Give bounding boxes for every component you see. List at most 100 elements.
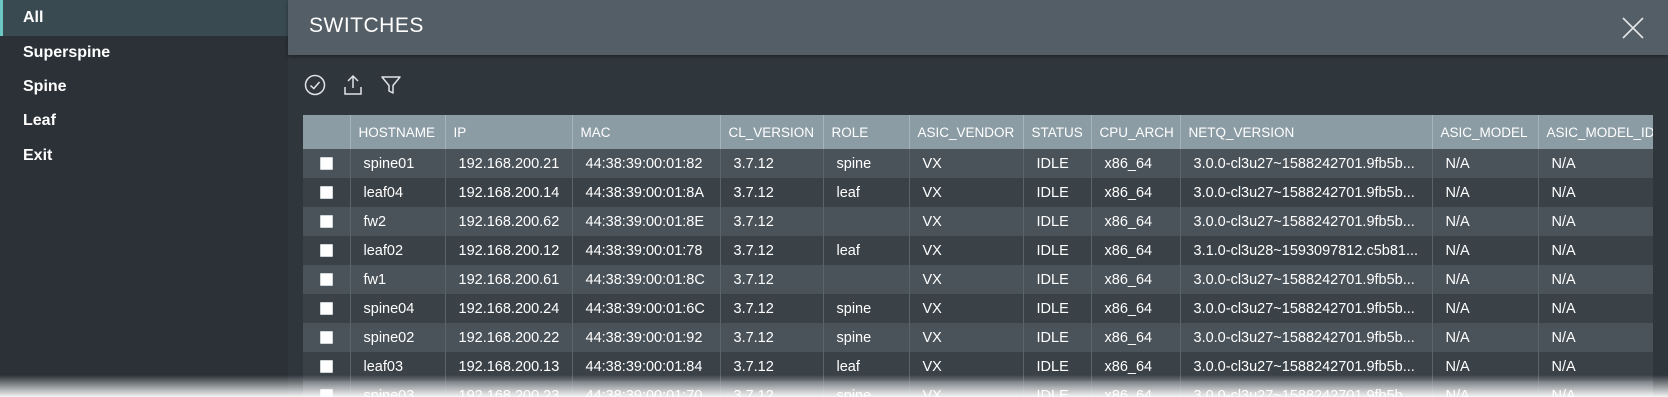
table-row[interactable]: leaf02 192.168.200.12 44:38:39:00:01:78 3.7… bbox=[303, 236, 1653, 265]
close-button[interactable] bbox=[1620, 15, 1646, 41]
cell-cl-version: 3.7.12 bbox=[720, 294, 824, 323]
cell-status: IDLE bbox=[1023, 265, 1092, 294]
cell-asic-model: N/A bbox=[1432, 265, 1539, 294]
cell-status: IDLE bbox=[1023, 178, 1092, 207]
cell-role: leaf bbox=[823, 352, 910, 381]
cell-cpu-arch: x86_64 bbox=[1091, 149, 1181, 178]
cell-status: IDLE bbox=[1023, 149, 1092, 178]
cell-mac: 44:38:39:00:01:8E bbox=[572, 207, 721, 236]
header-status[interactable]: STATUS bbox=[1023, 115, 1092, 149]
cell-mac: 44:38:39:00:01:92 bbox=[572, 323, 721, 352]
cell-asic-model-id: N/A bbox=[1538, 294, 1653, 323]
cell-cl-version: 3.7.12 bbox=[720, 352, 824, 381]
cell-status: IDLE bbox=[1023, 207, 1092, 236]
cell-asic-vendor: VX bbox=[909, 149, 1024, 178]
row-checkbox[interactable] bbox=[319, 186, 333, 200]
row-checkbox[interactable] bbox=[319, 244, 333, 258]
sidebar-item-all[interactable]: All bbox=[0, 0, 288, 36]
header-netq-version[interactable]: NETQ_VERSION bbox=[1180, 115, 1433, 149]
cell-asic-vendor: VX bbox=[909, 207, 1024, 236]
table-row[interactable]: spine03 192.168.200.23 44:38:39:00:01:70 3.… bbox=[303, 381, 1653, 397]
cell-ip: 192.168.200.21 bbox=[445, 149, 573, 178]
cell-netq-version: 3.0.0-cl3u27~1588242701.9fb5b... bbox=[1180, 352, 1433, 381]
cell-asic-model-id: N/A bbox=[1538, 323, 1653, 352]
cell-mac: 44:38:39:00:01:6C bbox=[572, 294, 721, 323]
row-select-cell bbox=[303, 381, 351, 397]
select-all-button[interactable] bbox=[302, 72, 328, 98]
cell-asic-model: N/A bbox=[1432, 236, 1539, 265]
cell-ip: 192.168.200.24 bbox=[445, 294, 573, 323]
header-asic-model-id[interactable]: ASIC_MODEL_ID bbox=[1538, 115, 1653, 149]
header-cl-version[interactable]: CL_VERSION bbox=[720, 115, 824, 149]
row-select-cell bbox=[303, 352, 351, 381]
cell-asic-model-id: N/A bbox=[1538, 236, 1653, 265]
table-row[interactable]: leaf03 192.168.200.13 44:38:39:00:01:84 3.7… bbox=[303, 352, 1653, 381]
sidebar-item-spine[interactable]: Spine bbox=[0, 69, 288, 105]
table-row[interactable]: spine02 192.168.200.22 44:38:39:00:01:92 3.… bbox=[303, 323, 1653, 352]
toolbar bbox=[302, 72, 404, 98]
header-mac[interactable]: MAC bbox=[572, 115, 721, 149]
cell-asic-model-id: N/A bbox=[1538, 207, 1653, 236]
cell-cl-version: 3.7.12 bbox=[720, 149, 824, 178]
sidebar: All Superspine Spine Leaf Exit bbox=[0, 0, 288, 397]
cell-role: leaf bbox=[823, 236, 910, 265]
filter-button[interactable] bbox=[378, 72, 404, 98]
export-button[interactable] bbox=[340, 72, 366, 98]
cell-asic-model: N/A bbox=[1432, 149, 1539, 178]
sidebar-item-superspine[interactable]: Superspine bbox=[0, 35, 288, 71]
header-asic-vendor[interactable]: ASIC_VENDOR bbox=[909, 115, 1024, 149]
cell-netq-version: 3.0.0-cl3u27~1588242701.9fb5b... bbox=[1180, 381, 1433, 397]
row-checkbox[interactable] bbox=[319, 157, 333, 171]
header-role[interactable]: ROLE bbox=[823, 115, 910, 149]
row-checkbox[interactable] bbox=[319, 331, 333, 345]
table-row[interactable]: spine04 192.168.200.24 44:38:39:00:01:6C 3.… bbox=[303, 294, 1653, 323]
cell-hostname: spine02 bbox=[350, 323, 446, 352]
cell-asic-model: N/A bbox=[1432, 207, 1539, 236]
cell-asic-model: N/A bbox=[1432, 294, 1539, 323]
panel-header: SWITCHES bbox=[288, 0, 1668, 55]
cell-cl-version: 3.7.12 bbox=[720, 265, 824, 294]
table-row[interactable]: fw1 192.168.200.61 44:38:39:00:01:8C 3.7.12… bbox=[303, 265, 1653, 294]
row-checkbox[interactable] bbox=[319, 273, 333, 287]
cell-hostname: spine01 bbox=[350, 149, 446, 178]
cell-netq-version: 3.0.0-cl3u27~1588242701.9fb5b... bbox=[1180, 265, 1433, 294]
cell-mac: 44:38:39:00:01:70 bbox=[572, 381, 721, 397]
row-checkbox[interactable] bbox=[319, 215, 333, 229]
app-window: All Superspine Spine Leaf Exit SWITCHES bbox=[0, 0, 1668, 397]
cell-asic-vendor: VX bbox=[909, 352, 1024, 381]
header-hostname[interactable]: HOSTNAME bbox=[350, 115, 446, 149]
table-row[interactable]: leaf04 192.168.200.14 44:38:39:00:01:8A 3.7… bbox=[303, 178, 1653, 207]
cell-cpu-arch: x86_64 bbox=[1091, 294, 1181, 323]
cell-ip: 192.168.200.14 bbox=[445, 178, 573, 207]
table-row[interactable]: spine01 192.168.200.21 44:38:39:00:01:82 3.… bbox=[303, 149, 1653, 178]
row-checkbox[interactable] bbox=[319, 360, 333, 374]
cell-ip: 192.168.200.12 bbox=[445, 236, 573, 265]
switches-table-container[interactable]: HOSTNAME IP MAC CL_VERSION ROLE ASIC_VEN… bbox=[303, 115, 1653, 397]
cell-asic-model-id: N/A bbox=[1538, 149, 1653, 178]
header-ip[interactable]: IP bbox=[445, 115, 573, 149]
cell-status: IDLE bbox=[1023, 294, 1092, 323]
header-cpu-arch[interactable]: CPU_ARCH bbox=[1091, 115, 1181, 149]
row-checkbox[interactable] bbox=[319, 302, 333, 316]
cell-cpu-arch: x86_64 bbox=[1091, 236, 1181, 265]
cell-netq-version: 3.0.0-cl3u27~1588242701.9fb5b... bbox=[1180, 207, 1433, 236]
cell-asic-vendor: VX bbox=[909, 294, 1024, 323]
cell-cl-version: 3.7.12 bbox=[720, 178, 824, 207]
sidebar-item-exit[interactable]: Exit bbox=[0, 138, 288, 174]
cell-hostname: leaf03 bbox=[350, 352, 446, 381]
row-checkbox[interactable] bbox=[319, 389, 333, 397]
cell-cl-version: 3.7.12 bbox=[720, 236, 824, 265]
cell-mac: 44:38:39:00:01:84 bbox=[572, 352, 721, 381]
row-select-cell bbox=[303, 178, 351, 207]
close-icon bbox=[1622, 17, 1644, 39]
cell-ip: 192.168.200.62 bbox=[445, 207, 573, 236]
row-select-cell bbox=[303, 294, 351, 323]
cell-netq-version: 3.0.0-cl3u27~1588242701.9fb5b... bbox=[1180, 323, 1433, 352]
cell-status: IDLE bbox=[1023, 236, 1092, 265]
header-asic-model[interactable]: ASIC_MODEL bbox=[1432, 115, 1539, 149]
cell-hostname: spine03 bbox=[350, 381, 446, 397]
sidebar-item-leaf[interactable]: Leaf bbox=[0, 103, 288, 139]
cell-status: IDLE bbox=[1023, 352, 1092, 381]
filter-icon bbox=[381, 76, 401, 94]
table-row[interactable]: fw2 192.168.200.62 44:38:39:00:01:8E 3.7.12… bbox=[303, 207, 1653, 236]
